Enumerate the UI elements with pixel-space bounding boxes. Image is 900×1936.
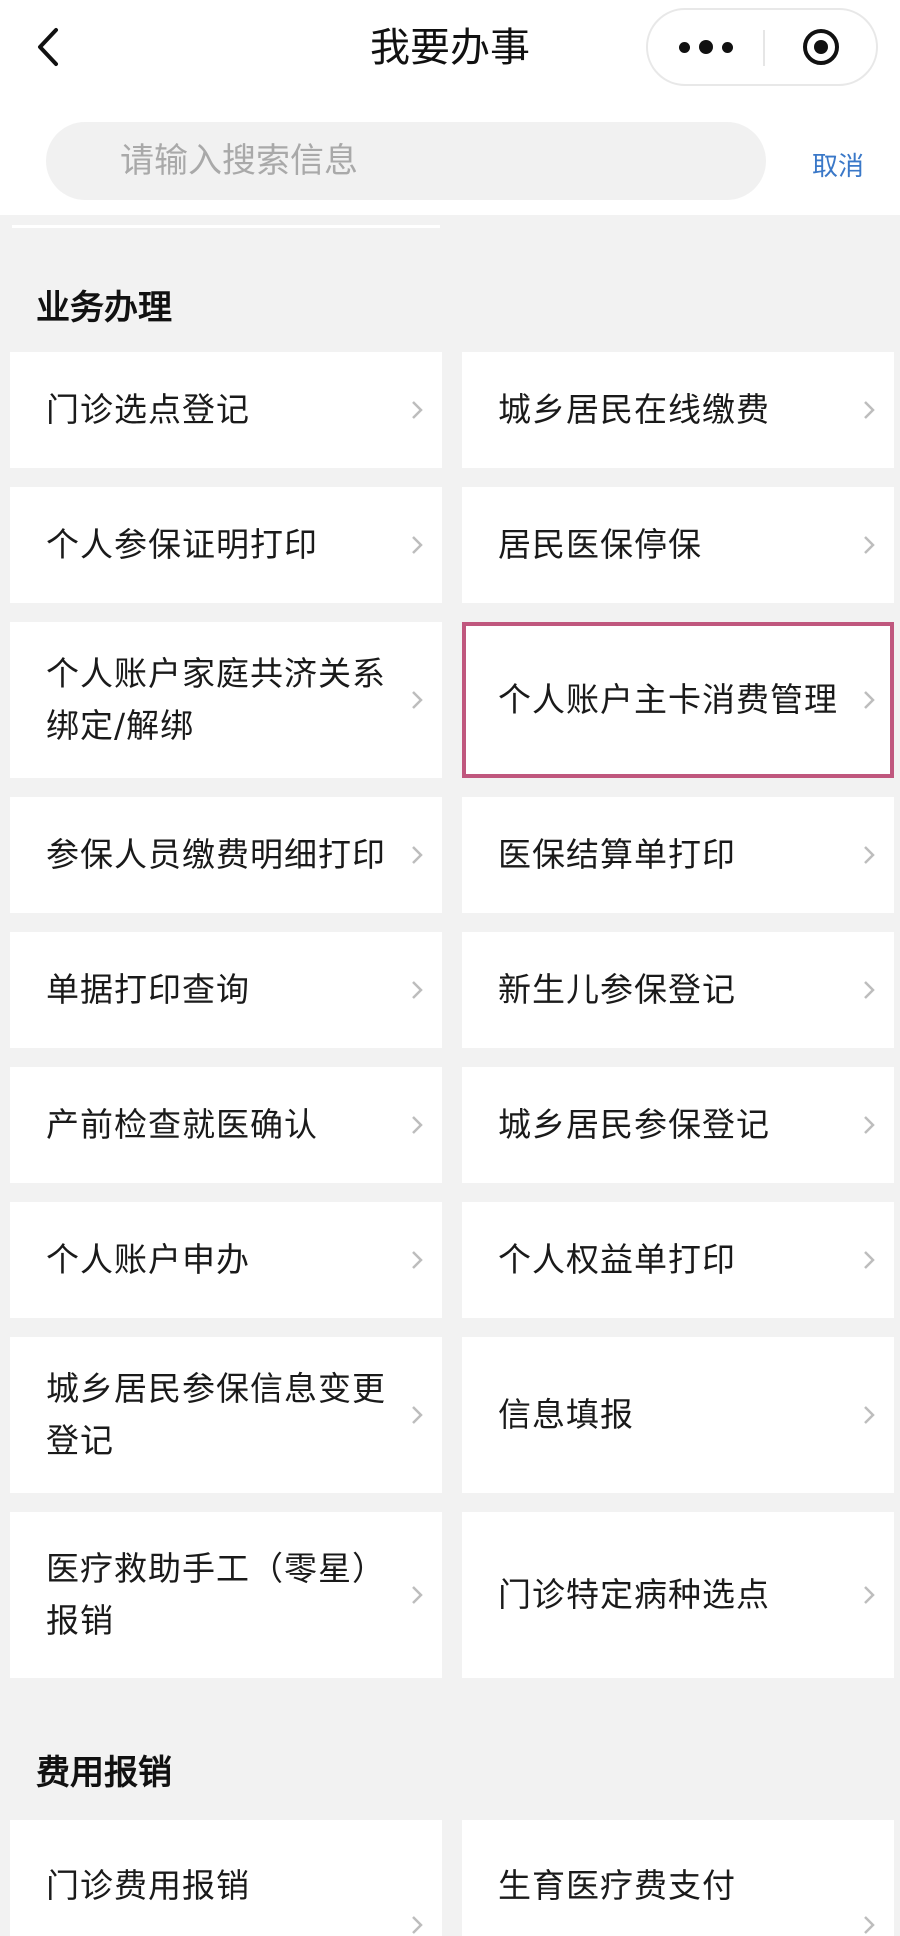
service-card[interactable]: 城乡居民参保登记 — [462, 1067, 894, 1183]
service-card[interactable]: 信息填报 — [462, 1337, 894, 1493]
chevron-right-icon — [412, 1406, 423, 1424]
mini-program-capsule — [646, 8, 878, 86]
chevron-right-icon — [864, 1251, 875, 1269]
chevron-right-icon — [864, 536, 875, 554]
target-close-icon — [802, 29, 839, 65]
more-button[interactable] — [648, 10, 763, 84]
chevron-right-icon — [864, 846, 875, 864]
chevron-right-icon — [412, 401, 423, 419]
service-card[interactable]: 新生儿参保登记 — [462, 932, 894, 1048]
service-card-label: 医保结算单打印 — [498, 835, 736, 874]
service-card[interactable]: 医保结算单打印 — [462, 797, 894, 913]
service-card[interactable]: 门诊特定病种选点 — [462, 1512, 894, 1678]
section-title-business: 业务办理 — [36, 288, 172, 328]
service-card[interactable]: 个人账户家庭共济关系绑定/解绑 — [10, 622, 442, 778]
chevron-right-icon — [412, 1251, 423, 1269]
service-card-label: 生育医疗费支付 — [498, 1866, 736, 1905]
chevron-right-icon — [864, 1406, 875, 1424]
chevron-right-icon — [864, 1116, 875, 1134]
chevron-right-icon — [864, 981, 875, 999]
service-card-label: 门诊费用报销 — [46, 1866, 250, 1905]
search-input[interactable] — [46, 122, 766, 200]
service-card-label: 信息填报 — [498, 1395, 634, 1434]
service-card[interactable]: 参保人员缴费明细打印 — [10, 797, 442, 913]
service-card-label: 个人账户家庭共济关系绑定/解绑 — [46, 654, 386, 745]
service-card-label: 产前检查就医确认 — [46, 1105, 318, 1144]
chevron-right-icon — [864, 1916, 875, 1934]
service-card-label: 个人参保证明打印 — [46, 525, 318, 564]
service-card[interactable]: 居民医保停保 — [462, 487, 894, 603]
top-bar: 我要办事 取消 — [0, 0, 900, 215]
chevron-right-icon — [412, 846, 423, 864]
service-card-label: 居民医保停保 — [498, 525, 702, 564]
service-card[interactable]: 单据打印查询 — [10, 932, 442, 1048]
service-card-label: 门诊选点登记 — [46, 390, 250, 429]
service-card-label: 城乡居民参保登记 — [498, 1105, 770, 1144]
service-card[interactable]: 生育医疗费支付 — [462, 1820, 894, 1936]
chevron-right-icon — [864, 1586, 875, 1604]
service-card-highlighted[interactable]: 个人账户主卡消费管理 — [462, 622, 894, 778]
chevron-right-icon — [864, 401, 875, 419]
service-card-label: 个人账户申办 — [46, 1240, 250, 1279]
business-services-grid: 门诊选点登记 城乡居民在线缴费 个人参保证明打印 居民医保停保 个人账户家庭共济… — [10, 352, 894, 1678]
more-dot-icon — [698, 40, 713, 54]
chevron-right-icon — [412, 1586, 423, 1604]
service-card[interactable]: 城乡居民在线缴费 — [462, 352, 894, 468]
service-card-label: 门诊特定病种选点 — [498, 1575, 770, 1614]
close-mini-program-button[interactable] — [765, 10, 876, 84]
service-card[interactable]: 个人参保证明打印 — [10, 487, 442, 603]
chevron-right-icon — [412, 1916, 423, 1934]
chevron-right-icon — [412, 536, 423, 554]
service-card[interactable]: 门诊费用报销 — [10, 1820, 442, 1936]
service-card-label: 个人账户主卡消费管理 — [498, 680, 838, 719]
section-title-reimbursement: 费用报销 — [36, 1753, 172, 1793]
chevron-right-icon — [412, 981, 423, 999]
service-card-label: 城乡居民参保信息变更登记 — [46, 1369, 386, 1460]
service-card-label: 城乡居民在线缴费 — [498, 390, 770, 429]
more-dot-icon — [678, 41, 690, 53]
service-card[interactable]: 医疗救助手工（零星）报销 — [10, 1512, 442, 1678]
service-card[interactable]: 个人权益单打印 — [462, 1202, 894, 1318]
chevron-right-icon — [412, 1116, 423, 1134]
service-card[interactable]: 个人账户申办 — [10, 1202, 442, 1318]
service-card[interactable]: 城乡居民参保信息变更登记 — [10, 1337, 442, 1493]
chevron-right-icon — [412, 691, 423, 709]
search-divider — [12, 225, 440, 228]
cancel-button[interactable]: 取消 — [812, 146, 864, 183]
service-card-label: 个人权益单打印 — [498, 1240, 736, 1279]
more-dot-icon — [721, 41, 733, 53]
service-card-label: 新生儿参保登记 — [498, 970, 736, 1009]
service-card-label: 单据打印查询 — [46, 970, 250, 1009]
service-card-label: 参保人员缴费明细打印 — [46, 835, 386, 874]
service-card[interactable]: 产前检查就医确认 — [10, 1067, 442, 1183]
reimbursement-services-grid: 门诊费用报销 生育医疗费支付 — [10, 1820, 894, 1936]
service-card-label: 医疗救助手工（零星）报销 — [46, 1549, 386, 1640]
service-card[interactable]: 门诊选点登记 — [10, 352, 442, 468]
chevron-right-icon — [864, 691, 875, 709]
